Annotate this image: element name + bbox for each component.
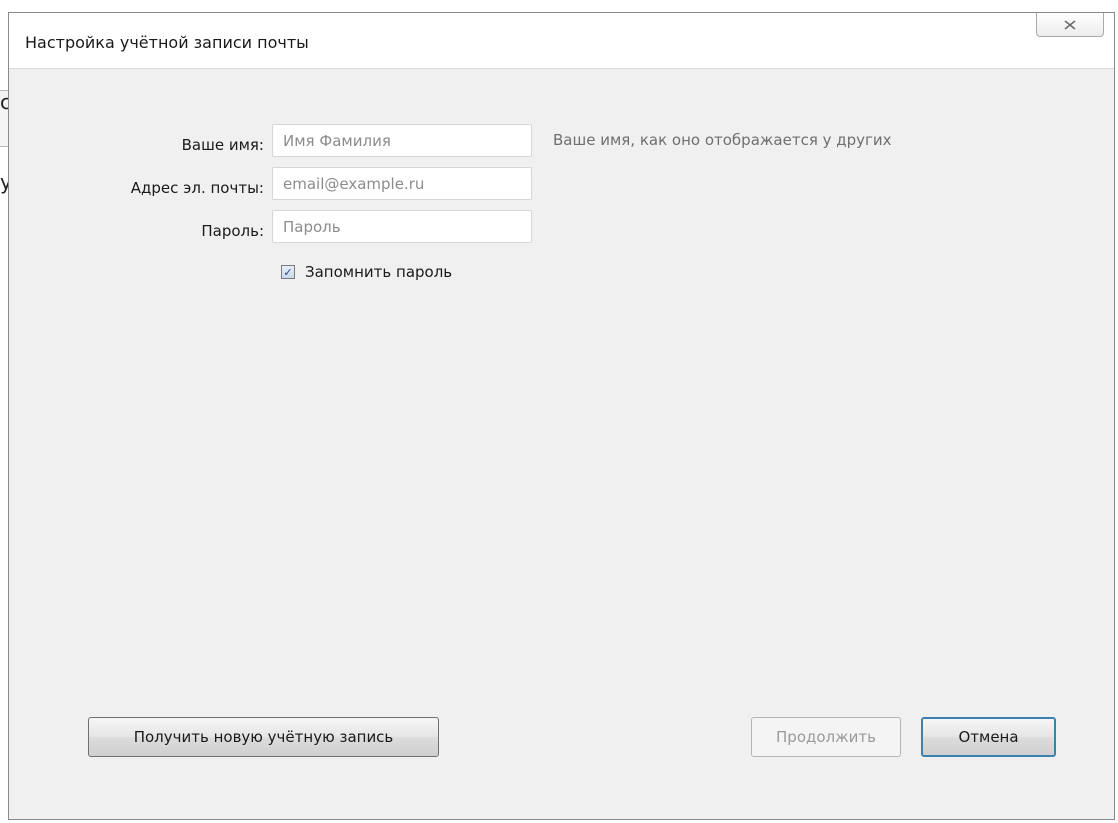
remember-password-row[interactable]: ✓ Запомнить пароль xyxy=(281,263,452,281)
remember-password-label: Запомнить пароль xyxy=(305,263,453,281)
checkmark-icon: ✓ xyxy=(283,265,293,279)
email-field[interactable] xyxy=(272,167,532,200)
name-hint: Ваше имя, как оно отображается у других xyxy=(553,131,892,149)
form-labels: Ваше имя: Адрес эл. почты: Пароль: xyxy=(69,69,264,269)
dialog-titlebar[interactable]: Настройка учётной записи почты xyxy=(9,13,1114,68)
name-label: Ваше имя: xyxy=(181,136,264,154)
dialog-title: Настройка учётной записи почты xyxy=(25,33,309,52)
password-field[interactable] xyxy=(272,210,532,243)
close-icon xyxy=(1064,19,1076,30)
account-setup-dialog: Настройка учётной записи почты Ваше имя:… xyxy=(8,12,1115,820)
cancel-button[interactable]: Отмена xyxy=(921,717,1056,757)
email-label: Адрес эл. почты: xyxy=(130,179,264,197)
continue-button[interactable]: Продолжить xyxy=(751,717,901,757)
close-button[interactable] xyxy=(1036,13,1104,37)
get-new-account-button[interactable]: Получить новую учётную запись xyxy=(88,717,439,757)
name-field[interactable] xyxy=(272,124,532,157)
dialog-content: Ваше имя: Адрес эл. почты: Пароль: Ваше … xyxy=(9,68,1114,819)
remember-password-checkbox[interactable]: ✓ xyxy=(281,265,295,279)
password-label: Пароль: xyxy=(201,222,264,240)
